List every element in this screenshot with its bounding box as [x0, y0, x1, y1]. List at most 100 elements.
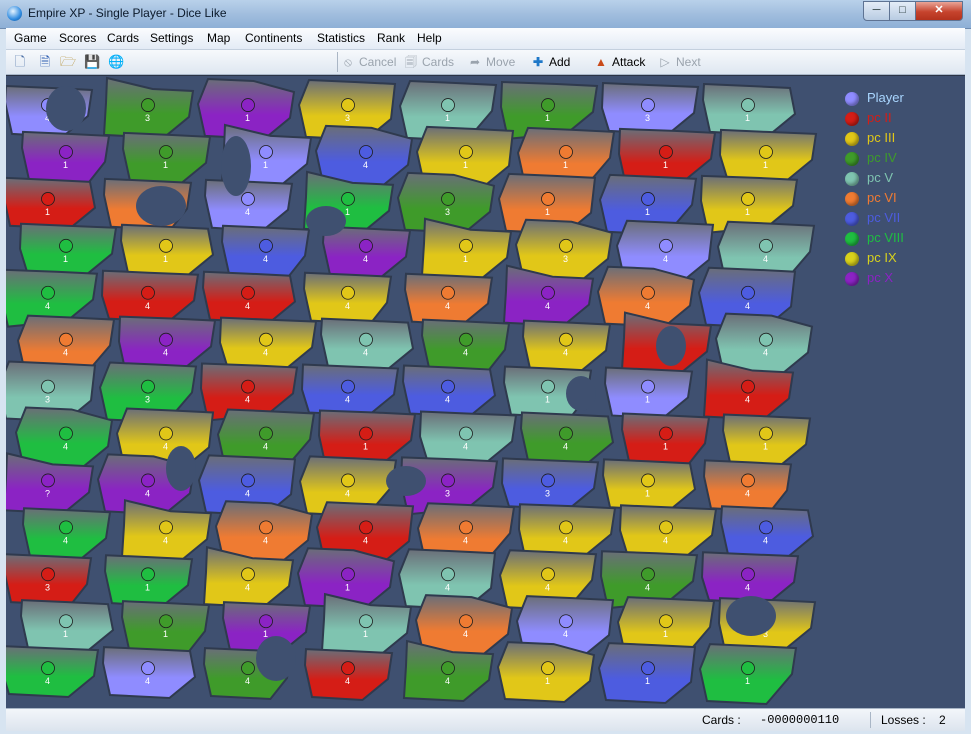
territory[interactable]: 4 — [6, 645, 100, 699]
army-count: 1 — [63, 160, 68, 170]
legend-row: Player — [845, 89, 965, 109]
game-map[interactable]: 4 3 1 3 1 1 3 1 1 1 1 4 1 1 1 1 1 3 4 1 3 1 1 1 1 1 4 4 1 3 4 4 4 4 4 4 4 4 4 4… — [6, 75, 965, 708]
territory[interactable]: 4 — [302, 271, 393, 325]
territory[interactable]: 4 — [21, 507, 112, 561]
menu-map[interactable]: Map — [207, 31, 230, 45]
cards-icon: 🗐 — [405, 55, 417, 69]
next-button[interactable]: ▷ Next — [657, 53, 700, 71]
army-count: 4 — [463, 348, 468, 358]
attack-button[interactable]: ▲ Attack — [593, 53, 645, 71]
territory[interactable]: 4 — [120, 499, 213, 562]
map-canvas[interactable]: 4 3 1 3 1 1 3 1 1 1 1 4 1 1 1 1 1 3 4 1 3 1 1 1 1 1 4 4 1 3 4 4 4 4 4 4 4 4 4 4… — [6, 76, 965, 708]
territory[interactable]: 4 — [220, 224, 311, 278]
territory[interactable]: 4 — [218, 316, 318, 370]
territory[interactable]: 1 — [698, 643, 798, 706]
territory[interactable]: 1 — [121, 131, 212, 185]
territory[interactable]: 4 — [420, 318, 511, 372]
save-icon[interactable]: 💾 — [84, 54, 100, 70]
territory[interactable]: 3 — [6, 553, 93, 607]
title-bar[interactable]: Empire XP - Single Player - Dice Like ─ … — [0, 0, 971, 29]
territory[interactable]: 1 — [420, 217, 513, 280]
army-count: 1 — [663, 442, 668, 452]
menu-scores[interactable]: Scores — [59, 31, 96, 45]
territory[interactable]: 4 — [303, 648, 394, 702]
territory[interactable]: 4 — [700, 551, 800, 605]
territory[interactable]: 1 — [120, 600, 211, 654]
document-icon[interactable]: 🗎 — [37, 54, 53, 70]
player-face-icon — [541, 473, 555, 488]
territory[interactable]: 4 — [321, 225, 412, 279]
territory[interactable]: 1 — [701, 82, 797, 136]
territory[interactable]: 1 — [103, 554, 194, 608]
menu-continents[interactable]: Continents — [245, 31, 302, 45]
territory[interactable]: 3 — [600, 81, 700, 135]
cards-button[interactable]: 🗐 Cards — [403, 53, 454, 71]
player-face-icon — [845, 152, 859, 166]
player-face-icon — [59, 426, 73, 441]
territory[interactable]: 4 — [521, 319, 612, 373]
territory[interactable]: 4 — [418, 410, 518, 464]
territory[interactable]: 4 — [401, 364, 497, 418]
player-face-icon — [845, 272, 859, 286]
menu-help[interactable]: Help — [417, 31, 442, 45]
territory[interactable]: 1 — [718, 128, 818, 182]
territory[interactable]: 1 — [18, 222, 118, 276]
territory[interactable]: 4 — [702, 459, 793, 513]
player-face-icon — [341, 567, 355, 582]
territory[interactable]: 4 — [618, 504, 718, 558]
player-face-icon — [259, 332, 273, 347]
territory[interactable]: 1 — [119, 223, 215, 277]
territory[interactable]: 4 — [300, 363, 400, 417]
add-button[interactable]: ✚ Add — [530, 53, 570, 71]
menu-settings[interactable]: Settings — [150, 31, 193, 45]
territory[interactable]: 4 — [201, 270, 297, 324]
territory[interactable]: 1 — [20, 130, 111, 184]
territory[interactable]: 1 — [320, 592, 413, 656]
territory[interactable]: 3 — [102, 76, 195, 139]
army-count: 1 — [545, 113, 550, 123]
territory[interactable]: 4 — [719, 505, 815, 559]
player-face-icon — [241, 661, 255, 676]
globe-icon[interactable]: 🌐 — [108, 54, 124, 70]
territory[interactable]: 1 — [603, 366, 694, 420]
move-button[interactable]: ➦ Move — [467, 53, 515, 71]
territory[interactable]: 1 — [721, 413, 812, 467]
territory[interactable]: 4 — [101, 646, 197, 700]
player-face-icon — [741, 379, 755, 394]
army-count: 4 — [345, 488, 350, 498]
territory[interactable]: 4 — [100, 269, 200, 323]
territory[interactable]: 3 — [500, 457, 600, 511]
territory[interactable]: 1 — [496, 641, 596, 704]
territory[interactable]: 1 — [620, 412, 711, 466]
territory[interactable]: 1 — [601, 458, 697, 512]
legend-row: pc IX — [845, 249, 965, 269]
maximize-button[interactable]: □ — [889, 1, 916, 21]
player-face-icon — [541, 567, 555, 582]
menu-statistics[interactable]: Statistics — [317, 31, 365, 45]
territory[interactable]: 1 — [6, 176, 97, 230]
army-count: 1 — [63, 254, 68, 264]
player-face-icon — [459, 426, 473, 441]
menu-game[interactable]: Game — [14, 31, 47, 45]
player-face-icon — [741, 192, 755, 206]
army-count: 4 — [263, 254, 268, 264]
army-count: 4 — [445, 395, 450, 405]
army-count: 3 — [45, 582, 50, 592]
new-game-icon[interactable]: 🗋 — [12, 54, 28, 70]
legend-row: pc VI — [845, 189, 965, 209]
territory[interactable]: 1 — [597, 642, 697, 705]
open-folder-icon[interactable]: 🗁 — [60, 54, 76, 70]
territory[interactable]: 4 — [203, 178, 294, 232]
menu-rank[interactable]: Rank — [377, 31, 405, 45]
player-face-icon — [41, 661, 55, 676]
cancel-button[interactable]: ⦸ Cancel — [340, 53, 396, 71]
legend-player-name: pc X — [867, 270, 894, 285]
territory[interactable]: 1 — [19, 599, 115, 653]
territory[interactable]: 4 — [519, 411, 615, 465]
close-button[interactable]: ✕ — [915, 1, 963, 21]
player-face-icon — [159, 614, 173, 629]
territory[interactable]: 4 — [319, 317, 415, 371]
territory[interactable]: 4 — [403, 272, 494, 326]
minimize-button[interactable]: ─ — [863, 1, 890, 21]
menu-cards[interactable]: Cards — [107, 31, 139, 45]
